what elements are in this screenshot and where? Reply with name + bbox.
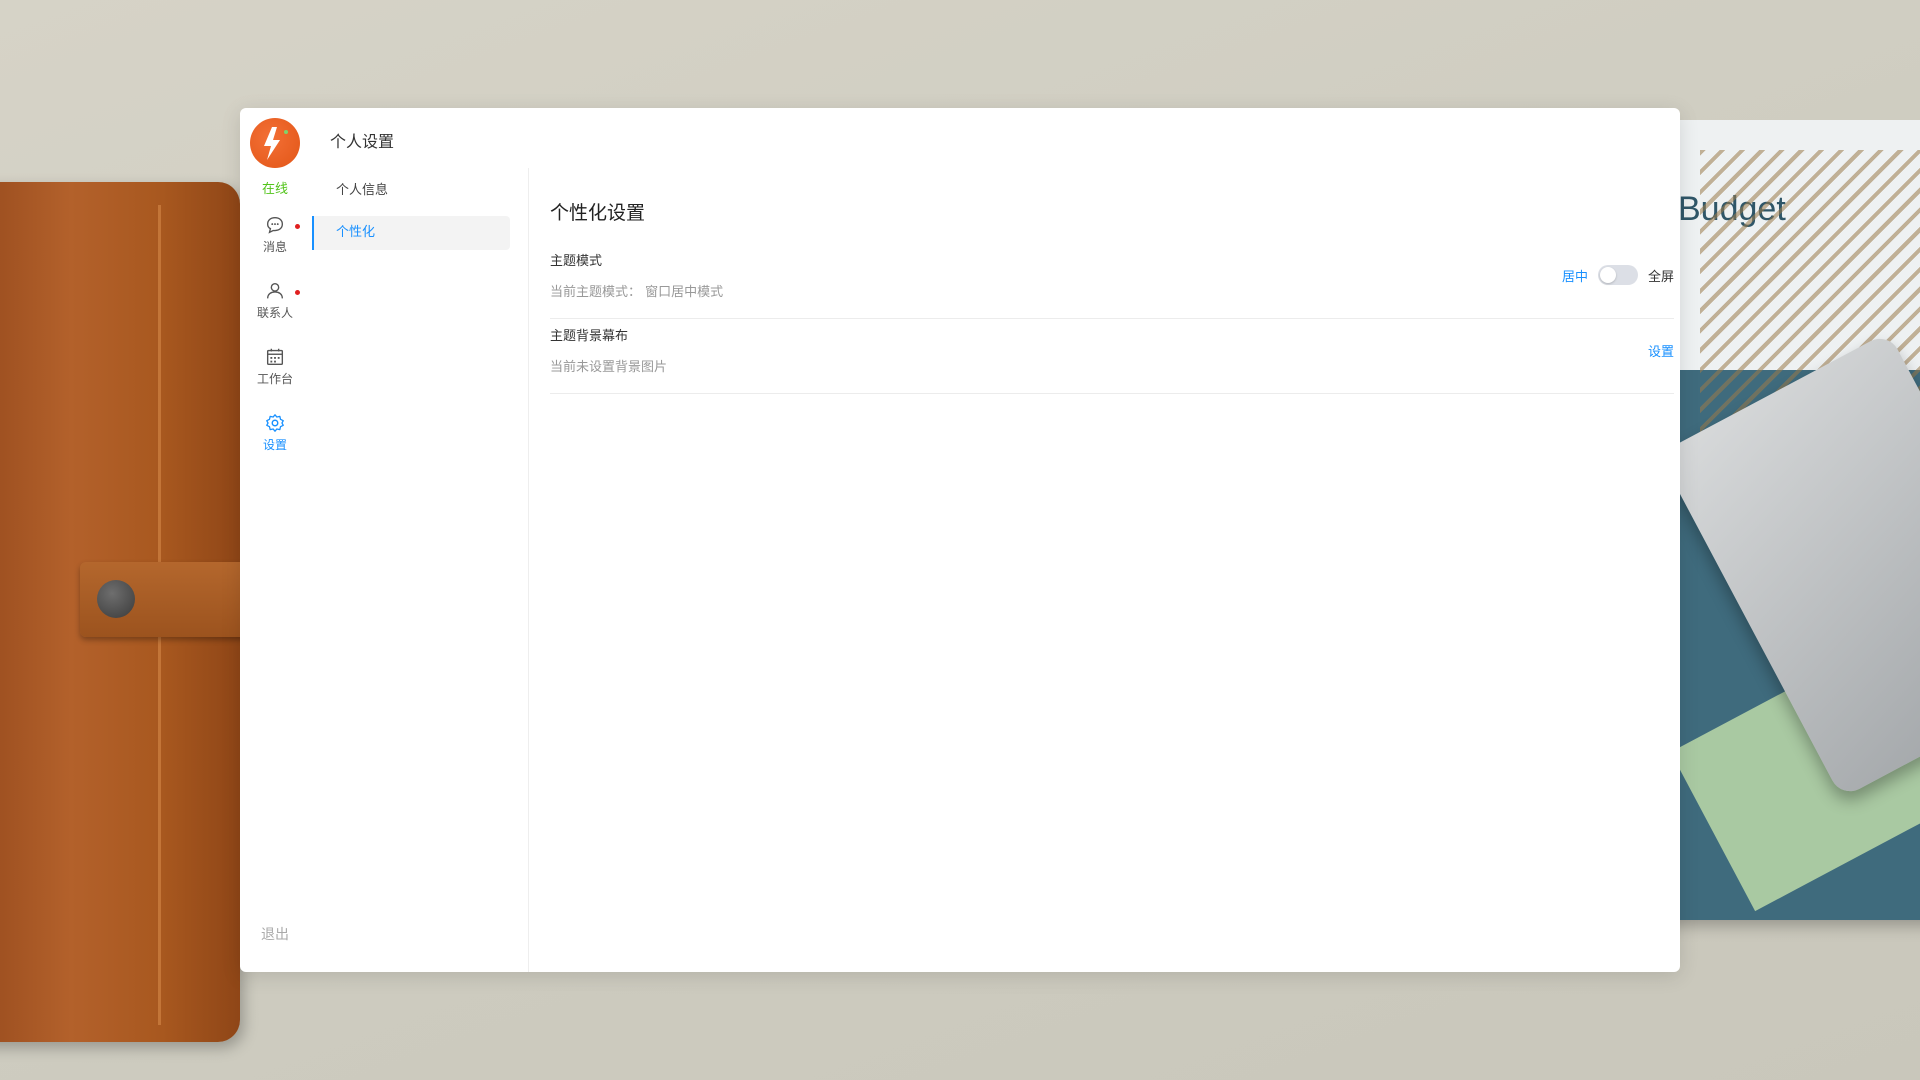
centered-option[interactable]: 居中 [1562, 266, 1588, 285]
rail-item-contacts[interactable]: 联系人 [240, 276, 310, 326]
leather-snap-button [97, 580, 135, 618]
avatar[interactable] [250, 118, 300, 168]
setting-title: 主题背景幕布 [550, 329, 629, 344]
rail-item-label: 工作台 [256, 372, 293, 386]
user-icon [266, 282, 284, 299]
theme-background-control: 设置 [1648, 338, 1674, 362]
online-status: 在线 [261, 182, 288, 197]
subnav-item-personalization[interactable]: 个性化 [312, 216, 510, 250]
rail-item-label: 联系人 [256, 306, 293, 320]
unread-badge [295, 224, 300, 229]
section-title: 个性化设置 [550, 202, 646, 224]
lightning-logo-icon [264, 127, 288, 160]
setting-description: 当前未设置背景图片 [550, 360, 668, 375]
rail-item-label: 消息 [262, 240, 287, 254]
page-title: 个人设置 [330, 132, 395, 151]
toggle-knob [1599, 267, 1616, 283]
app-window: 在线 消息 联系人 工作台 设置 退出 个人设置 个人信息 个性化 个性化设置 … [240, 108, 1680, 972]
chat-icon [266, 216, 284, 234]
settings-content: 个性化设置 主题模式 当前主题模式： 窗口居中模式 居中 全屏 主题背景幕布 当… [550, 168, 1674, 968]
rail-item-label: 设置 [262, 438, 287, 452]
rail-item-messages[interactable]: 消息 [240, 210, 310, 260]
rail-item-settings[interactable]: 设置 [240, 408, 310, 458]
setting-row-theme-mode: 主题模式 当前主题模式： 窗口居中模式 居中 全屏 [550, 244, 1674, 319]
left-rail: 在线 消息 联系人 工作台 设置 退出 [240, 108, 310, 972]
setting-row-theme-background: 主题背景幕布 当前未设置背景图片 设置 [550, 319, 1674, 394]
logout-button[interactable]: 退出 [240, 924, 310, 944]
setting-description: 当前主题模式： 窗口居中模式 [550, 285, 724, 300]
fullscreen-option[interactable]: 全屏 [1648, 266, 1674, 285]
rail-item-workbench[interactable]: 工作台 [240, 342, 310, 392]
set-background-link[interactable]: 设置 [1648, 341, 1674, 360]
gear-icon [266, 414, 284, 432]
calendar-icon [266, 348, 284, 366]
setting-title: 主题模式 [550, 254, 603, 269]
theme-mode-control: 居中 全屏 [1562, 263, 1674, 287]
subnav-item-personal-info[interactable]: 个人信息 [312, 174, 510, 208]
settings-subnav: 个人信息 个性化 [310, 168, 529, 972]
unread-badge [295, 290, 300, 295]
theme-mode-toggle[interactable] [1597, 265, 1638, 285]
